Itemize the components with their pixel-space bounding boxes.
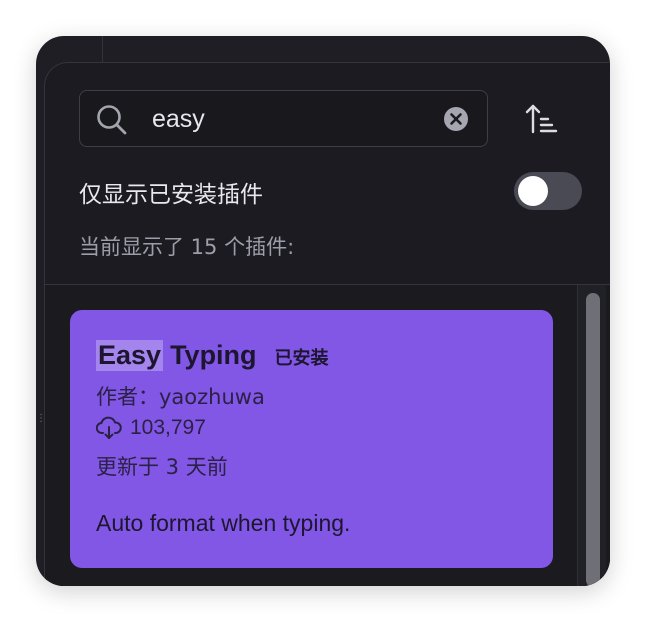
plugin-updated: 更新于 3 天前	[96, 455, 228, 479]
app-window: ⋮ 仅显示已安装插件 当前显示了 15 个插件:	[36, 36, 610, 586]
scrollbar-thumb[interactable]	[586, 293, 600, 586]
plugin-card[interactable]: Easy Typing 已安装 作者：yaozhuwa 103,797 更新于 …	[70, 310, 553, 568]
plugin-title-row: Easy Typing 已安装	[96, 340, 329, 371]
sort-icon[interactable]	[525, 103, 559, 135]
background-handle-dots: ⋮	[36, 413, 46, 424]
clear-icon[interactable]	[444, 107, 468, 131]
search-box[interactable]	[79, 90, 488, 147]
community-plugins-panel: 仅显示已安装插件 当前显示了 15 个插件: Easy Typing 已安装 作…	[44, 62, 610, 586]
download-icon	[96, 416, 122, 439]
installed-badge: 已安装	[274, 348, 329, 369]
search-input[interactable]	[152, 101, 432, 137]
plugin-author: 作者：yaozhuwa	[96, 385, 265, 409]
results-count: 当前显示了 15 个插件:	[79, 235, 295, 259]
plugin-title-match: Easy	[96, 340, 164, 371]
plugin-description: Auto format when typing.	[96, 510, 351, 536]
background-divider	[102, 36, 103, 62]
scrollbar[interactable]	[577, 285, 606, 586]
installed-only-toggle[interactable]	[514, 172, 582, 210]
plugin-list: Easy Typing 已安装 作者：yaozhuwa 103,797 更新于 …	[45, 285, 610, 586]
installed-only-label: 仅显示已安装插件	[79, 182, 263, 208]
search-icon	[97, 105, 127, 135]
plugin-title-rest: Typing	[170, 340, 257, 370]
download-count: 103,797	[130, 416, 206, 439]
plugin-downloads: 103,797	[96, 416, 206, 440]
toggle-knob	[518, 176, 548, 206]
